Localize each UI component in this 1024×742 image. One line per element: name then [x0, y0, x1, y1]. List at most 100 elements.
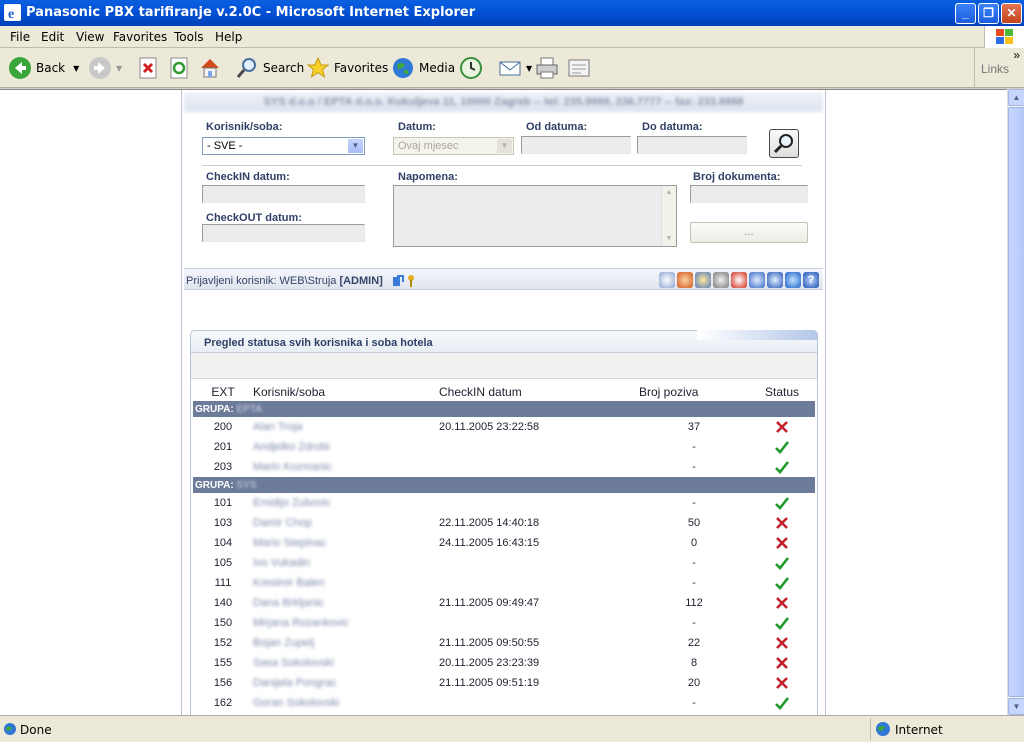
history-button[interactable]: [459, 56, 487, 80]
back-arrow-icon: [9, 57, 31, 79]
back-button[interactable]: Back ▼: [8, 56, 79, 80]
globe-icon[interactable]: [785, 272, 801, 288]
minimize-button[interactable]: _: [955, 3, 976, 24]
table-row[interactable]: 103 Damir Chop 22.11.2005 14:40:18 50: [193, 513, 815, 533]
table-row[interactable]: 150 Mirjana Rozankovic -: [193, 613, 815, 633]
ext-cell-text: 150: [213, 617, 233, 629]
calendar-icon[interactable]: [749, 272, 765, 288]
forward-button[interactable]: ▼: [88, 56, 122, 80]
check-icon: [775, 697, 790, 710]
table-row[interactable]: 104 Mario Stepinac 24.11.2005 16:43:15 0: [193, 533, 815, 553]
col-checkin[interactable]: CheckIN datum: [439, 383, 639, 401]
users-icon[interactable]: [695, 272, 711, 288]
refresh-button[interactable]: [167, 56, 195, 80]
links-bar[interactable]: Links »: [974, 48, 1024, 88]
ext-cell: 156: [193, 673, 253, 693]
col-ext[interactable]: EXT: [193, 383, 253, 401]
search-button[interactable]: Search: [235, 56, 304, 80]
scroll-up-button[interactable]: ▲: [1008, 89, 1024, 106]
broj-cell: 8: [639, 653, 749, 673]
table-row[interactable]: 111 Kresimir Balen -: [193, 573, 815, 593]
chevron-down-icon: ▼: [348, 139, 363, 153]
print-button[interactable]: [535, 56, 563, 80]
media-button[interactable]: Media: [391, 56, 455, 80]
scroll-down-button[interactable]: ▼: [1008, 698, 1024, 715]
checkin-field[interactable]: [202, 185, 365, 203]
group-prefix: GRUPA:: [195, 403, 234, 415]
checkin-cell-text: 21.11.2005 09:51:19: [439, 677, 540, 689]
checkin-cell-text: 21.11.2005 09:49:47: [439, 597, 540, 609]
mail-button[interactable]: ▼: [498, 56, 532, 80]
table-row[interactable]: 156 Danijela Pongrac 21.11.2005 09:51:19 20: [193, 673, 815, 693]
table-row[interactable]: 140 Dana Brkljanic 21.11.2005 09:49:47 112: [193, 593, 815, 613]
cross-icon: [776, 421, 788, 433]
checkin-cell: 21.11.2005 09:51:19: [439, 673, 639, 693]
name-cell: Danijela Pongrac: [253, 673, 439, 693]
clock-icon[interactable]: [731, 272, 747, 288]
table-row[interactable]: 200 Alan Troja 20.11.2005 23:22:58 37: [193, 417, 815, 437]
search-submit-button[interactable]: [769, 129, 799, 158]
search-icon[interactable]: [659, 272, 675, 288]
ext-cell-text: 162: [213, 697, 233, 709]
menu-help[interactable]: Help: [215, 30, 242, 44]
key-icon[interactable]: [407, 274, 415, 288]
name-cell-text: Dana Brkljanic: [253, 597, 324, 609]
do-datuma-field[interactable]: [637, 136, 747, 154]
broj-dokumenta-field[interactable]: [690, 185, 808, 203]
name-cell-text: Andjelko Zdrobi: [253, 441, 330, 453]
favorites-button[interactable]: Favorites: [306, 56, 388, 80]
checkout-field[interactable]: [202, 224, 365, 242]
table-subheader: [191, 353, 817, 379]
help-icon[interactable]: ?: [803, 272, 819, 288]
status-cell: [749, 513, 815, 533]
col-name[interactable]: Korisnik/soba: [253, 383, 439, 401]
maximize-button[interactable]: ❐: [978, 3, 999, 24]
more-button[interactable]: ...: [690, 222, 808, 243]
status-cell: [749, 633, 815, 653]
menu-view[interactable]: View: [76, 30, 104, 44]
close-button[interactable]: ✕: [1001, 3, 1022, 24]
stop-button[interactable]: [136, 56, 164, 80]
checkin-cell: [439, 457, 639, 477]
table-row[interactable]: 155 Sasa Sokolovski 20.11.2005 23:23:39 8: [193, 653, 815, 673]
security-zone: Internet: [870, 718, 1024, 740]
menu-favorites[interactable]: Favorites: [113, 30, 167, 44]
table-row[interactable]: 101 Emidijo Zubovic -: [193, 493, 815, 513]
checkin-cell: 21.11.2005 09:49:47: [439, 593, 639, 613]
od-datuma-field[interactable]: [521, 136, 631, 154]
home-icon[interactable]: [677, 272, 693, 288]
menu-tools[interactable]: Tools: [174, 30, 204, 44]
table-row[interactable]: 201 Andjelko Zdrobi -: [193, 437, 815, 457]
table-row[interactable]: 162 Goran Sokolovski -: [193, 693, 815, 713]
status-table: EXT Korisnik/soba CheckIN datum Broj poz…: [193, 383, 815, 713]
checkin-cell-text: 24.11.2005 16:43:15: [439, 537, 540, 549]
checkin-cell: [439, 693, 639, 713]
table-header-bar: Pregled statusa svih korisnika i soba ho…: [191, 330, 817, 353]
home-button[interactable]: [198, 56, 226, 80]
napomena-textarea[interactable]: ▲ ▼: [393, 185, 677, 247]
edit-document-icon: [568, 59, 590, 77]
datum-select[interactable]: Ovaj mjesec ▼: [393, 137, 514, 155]
table-row[interactable]: 105 Ivo Vukadin -: [193, 553, 815, 573]
database-icon[interactable]: [767, 272, 783, 288]
settings-icon[interactable]: [713, 272, 729, 288]
textarea-scrollbar[interactable]: ▲ ▼: [661, 186, 676, 246]
table-row[interactable]: 203 Marin Kozmanic -: [193, 457, 815, 477]
col-broj[interactable]: Broj poziva: [639, 383, 749, 401]
edit-page-button[interactable]: [567, 56, 595, 80]
checkin-cell: [439, 573, 639, 593]
user-status-strip: Prijavljeni korisnik: WEB\Struja [ADMIN]…: [184, 268, 823, 290]
ext-cell-text: 103: [213, 517, 233, 529]
menu-edit[interactable]: Edit: [41, 30, 64, 44]
scroll-thumb[interactable]: [1008, 107, 1024, 697]
name-cell-text: Mirjana Rozankovic: [253, 617, 349, 629]
table-row[interactable]: 152 Bojan Zupelj 21.11.2005 09:50:55 22: [193, 633, 815, 653]
col-status[interactable]: Status: [749, 383, 815, 401]
ext-cell: 103: [193, 513, 253, 533]
korisnik-select[interactable]: - SVE - ▼: [202, 137, 365, 155]
menu-file[interactable]: File: [10, 30, 30, 44]
status-cell: [749, 653, 815, 673]
home-icon: [201, 59, 219, 78]
user-switch-icon[interactable]: [392, 274, 404, 288]
page-scrollbar[interactable]: ▲ ▼: [1007, 89, 1024, 715]
